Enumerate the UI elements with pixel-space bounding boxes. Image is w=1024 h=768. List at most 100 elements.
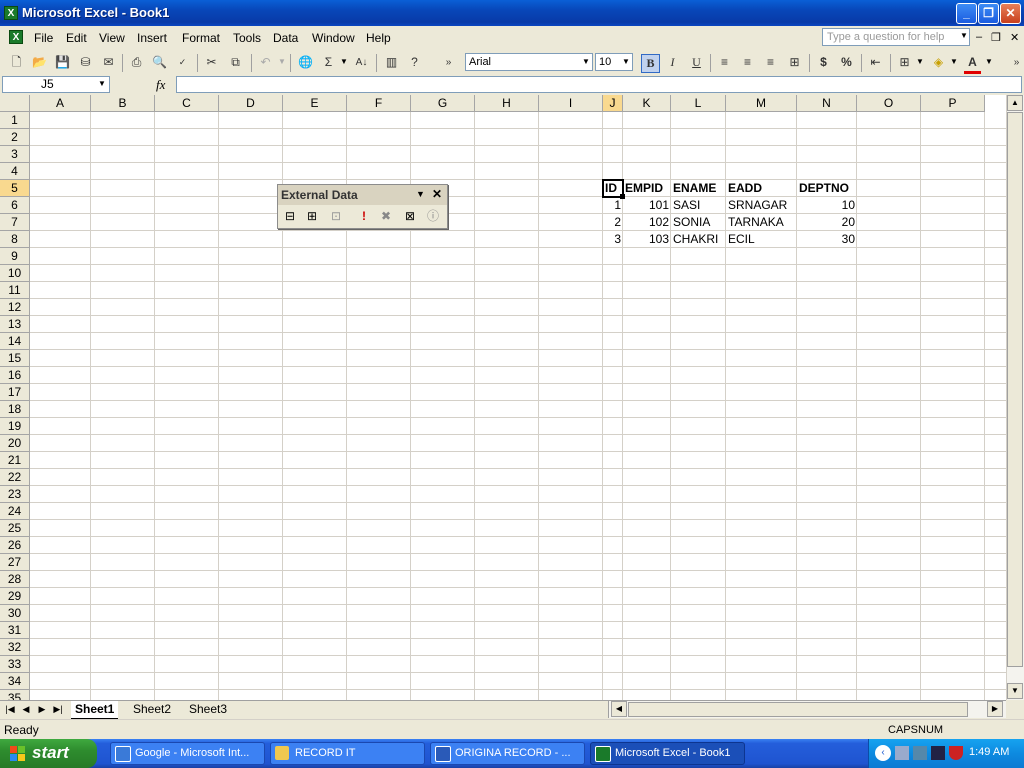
start-button[interactable]: start — [0, 739, 97, 768]
borders-dropdown-icon[interactable]: ▼ — [914, 53, 926, 71]
data-cell[interactable]: 20 — [797, 214, 857, 230]
underline-button[interactable]: U — [688, 54, 705, 71]
refresh-data-icon[interactable]: ! — [355, 208, 373, 225]
refresh-all-icon[interactable]: ⊠ — [401, 208, 419, 225]
prev-sheet-icon[interactable]: ◀ — [20, 704, 32, 715]
row-header-21[interactable]: 21 — [0, 452, 30, 469]
row-header-16[interactable]: 16 — [0, 367, 30, 384]
tray-expand-icon[interactable]: ‹ — [875, 745, 891, 761]
column-header-k[interactable]: K — [623, 95, 671, 112]
doc-restore-icon[interactable]: ❐ — [991, 31, 1001, 44]
more-buttons-icon[interactable]: » — [440, 54, 457, 71]
column-header-n[interactable]: N — [797, 95, 857, 112]
task-record-it[interactable]: RECORD IT — [270, 742, 425, 765]
row-header-30[interactable]: 30 — [0, 605, 30, 622]
help-dropdown-icon[interactable]: ▼ — [960, 31, 968, 40]
data-cell[interactable]: 101 — [623, 197, 671, 213]
row-header-10[interactable]: 10 — [0, 265, 30, 282]
save-icon[interactable]: 💾 — [54, 54, 71, 71]
merge-center-icon[interactable]: ⊞ — [786, 54, 803, 71]
email-icon[interactable]: ✉ — [100, 54, 117, 71]
vertical-scroll-thumb[interactable] — [1007, 112, 1023, 667]
cut-icon[interactable]: ✂ — [203, 54, 220, 71]
data-cell[interactable]: 102 — [623, 214, 671, 230]
minimize-button[interactable]: _ — [956, 3, 977, 24]
align-left-icon[interactable]: ≡ — [716, 54, 733, 71]
external-data-toolbar[interactable]: External Data ▼ ✕ ⊟ ⊞ ⊡ ! ✖ ⊠ ⓘ — [277, 184, 448, 229]
help-icon[interactable]: ? — [406, 54, 423, 71]
row-header-18[interactable]: 18 — [0, 401, 30, 418]
fill-color-icon[interactable]: ◈ — [930, 54, 947, 71]
column-header-l[interactable]: L — [671, 95, 726, 112]
autosum-dropdown-icon[interactable]: ▼ — [338, 53, 350, 71]
data-cell[interactable]: SRNAGAR — [726, 197, 797, 213]
row-header-27[interactable]: 27 — [0, 554, 30, 571]
sheet-tab-sheet3[interactable]: Sheet3 — [185, 701, 231, 718]
name-box-dropdown-icon[interactable]: ▼ — [98, 79, 106, 88]
refresh-status-icon[interactable]: ⓘ — [424, 208, 442, 225]
formula-input[interactable] — [176, 76, 1022, 93]
menu-help[interactable]: Help — [366, 31, 391, 45]
name-box[interactable]: J5 — [2, 76, 110, 93]
row-header-1[interactable]: 1 — [0, 112, 30, 129]
row-header-8[interactable]: 8 — [0, 231, 30, 248]
cancel-refresh-icon[interactable]: ✖ — [377, 208, 395, 225]
row-header-11[interactable]: 11 — [0, 282, 30, 299]
row-header-33[interactable]: 33 — [0, 656, 30, 673]
row-header-4[interactable]: 4 — [0, 163, 30, 180]
row-header-29[interactable]: 29 — [0, 588, 30, 605]
column-header-h[interactable]: H — [475, 95, 539, 112]
undo-dropdown-icon[interactable]: ▼ — [276, 53, 288, 71]
row-header-22[interactable]: 22 — [0, 469, 30, 486]
scroll-left-icon[interactable]: ◀ — [611, 701, 627, 717]
font-color-dropdown-icon[interactable]: ▼ — [983, 53, 995, 71]
new-icon[interactable]: 🗋 — [8, 54, 25, 71]
row-header-5[interactable]: 5 — [0, 180, 30, 197]
undo-icon[interactable]: ↶ — [257, 54, 274, 71]
horizontal-scrollbar[interactable]: ◀ ▶ — [608, 701, 1006, 718]
row-header-35[interactable]: 35 — [0, 690, 30, 700]
decrease-indent-icon[interactable]: ⇤ — [867, 54, 884, 71]
data-cell[interactable]: 1 — [603, 197, 623, 213]
sheet-tab-sheet1[interactable]: Sheet1 — [71, 701, 119, 719]
row-header-17[interactable]: 17 — [0, 384, 30, 401]
data-range-properties-icon[interactable]: ⊞ — [303, 208, 321, 225]
excel-app-icon[interactable]: X — [4, 6, 18, 20]
more-formatting-icon[interactable]: » — [1008, 54, 1024, 71]
doc-minimize-icon[interactable]: – — [976, 31, 982, 43]
row-header-12[interactable]: 12 — [0, 299, 30, 316]
row-header-28[interactable]: 28 — [0, 571, 30, 588]
sheet-tab-sheet2[interactable]: Sheet2 — [129, 701, 175, 718]
row-header-2[interactable]: 2 — [0, 129, 30, 146]
column-header-p[interactable]: P — [921, 95, 985, 112]
task-origina-record[interactable]: ORIGINA RECORD - ... — [430, 742, 585, 765]
data-cell[interactable]: CHAKRI — [671, 231, 726, 247]
italic-button[interactable]: I — [664, 54, 681, 71]
scroll-up-icon[interactable]: ▲ — [1007, 95, 1023, 111]
bold-button[interactable]: B — [641, 54, 660, 73]
column-header-e[interactable]: E — [283, 95, 347, 112]
column-header-d[interactable]: D — [219, 95, 283, 112]
font-size-dropdown-icon[interactable]: ▼ — [620, 53, 632, 71]
fill-handle[interactable] — [620, 194, 625, 199]
data-cell[interactable]: ECIL — [726, 231, 797, 247]
security-shield-icon[interactable] — [949, 746, 963, 760]
close-toolbar-icon[interactable]: ✕ — [432, 187, 442, 201]
restore-button[interactable]: ❐ — [978, 3, 999, 24]
font-color-icon[interactable]: A — [964, 54, 981, 74]
monitor-icon[interactable] — [931, 746, 945, 760]
column-header-g[interactable]: G — [411, 95, 475, 112]
row-header-23[interactable]: 23 — [0, 486, 30, 503]
menu-data[interactable]: Data — [273, 31, 298, 45]
menu-file[interactable]: File — [34, 31, 53, 45]
align-right-icon[interactable]: ≡ — [762, 54, 779, 71]
task-excel-book1[interactable]: Microsoft Excel - Book1 — [590, 742, 745, 765]
autosum-icon[interactable]: Σ — [320, 54, 337, 71]
row-header-7[interactable]: 7 — [0, 214, 30, 231]
copy-icon[interactable]: ⧉ — [227, 54, 244, 71]
scroll-right-icon[interactable]: ▶ — [987, 701, 1003, 717]
hyperlink-icon[interactable]: 🌐 — [297, 54, 314, 71]
menu-view[interactable]: View — [99, 31, 125, 45]
horizontal-scroll-thumb[interactable] — [628, 702, 968, 717]
next-sheet-icon[interactable]: ▶ — [36, 704, 48, 715]
